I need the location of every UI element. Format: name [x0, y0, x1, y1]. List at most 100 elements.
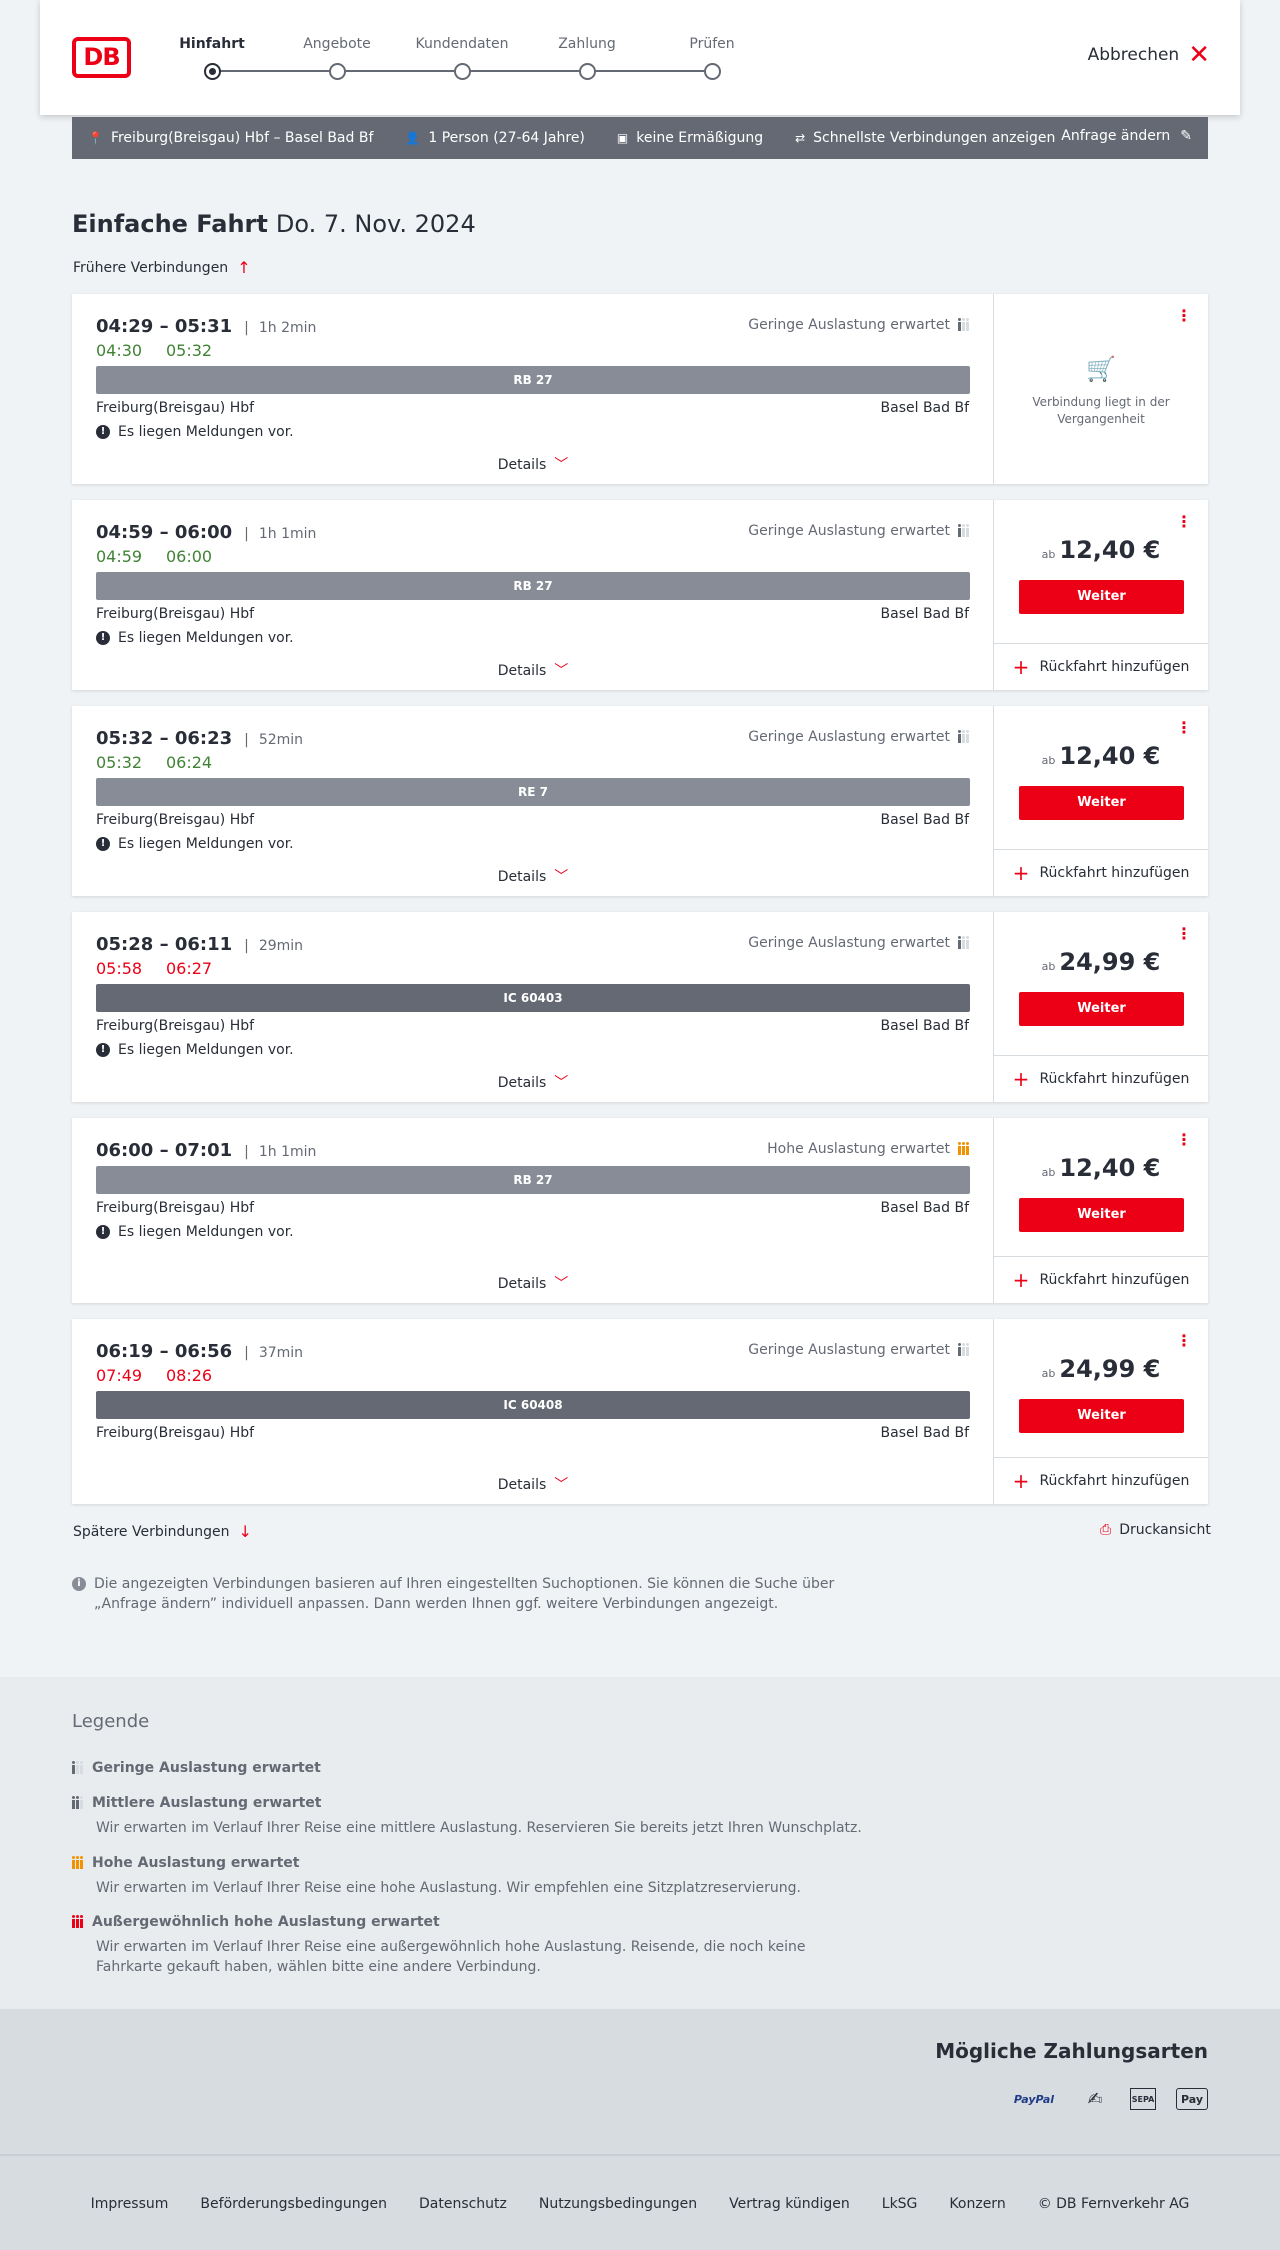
earlier-connections-link[interactable]: Frühere Verbindungen ↑: [73, 258, 251, 277]
realtime-times: 05:58 06:27: [96, 959, 236, 978]
cancel-button[interactable]: Abbrechen ✕: [1088, 42, 1210, 68]
message-notice: ! Es liegen Meldungen vor.: [96, 1224, 294, 1240]
chevron-down-icon: ﹀: [554, 1075, 569, 1091]
connection-times: 05:28 – 06:11 | 29min: [96, 934, 303, 955]
more-options-icon[interactable]: ⋮: [1176, 1132, 1192, 1148]
details-toggle[interactable]: Details ﹀: [72, 1474, 994, 1494]
details-label: Details: [497, 1276, 547, 1292]
footer-link[interactable]: Nutzungsbedingungen: [539, 2196, 697, 2212]
add-return-trip-button[interactable]: + Rückfahrt hinzufügen: [994, 849, 1208, 896]
arrival-station: Basel Bad Bf: [880, 400, 969, 416]
train-line-bar[interactable]: RB 27: [96, 1166, 970, 1194]
continue-button[interactable]: Weiter: [1019, 1198, 1184, 1232]
add-return-label: Rückfahrt hinzufügen: [1039, 659, 1190, 675]
train-line-bar[interactable]: RB 27: [96, 572, 970, 600]
add-return-trip-button[interactable]: + Rückfahrt hinzufügen: [994, 643, 1208, 690]
search-summary-bar: 📍 Freiburg(Breisgau) Hbf – Basel Bad Bf 👤…: [72, 117, 1208, 159]
step-label: Hinfahrt: [179, 36, 245, 52]
footer-link[interactable]: Vertrag kündigen: [729, 2196, 850, 2212]
connection-details-area: 06:00 – 07:01 | 1h 1min Hohe Auslastung erw…: [72, 1118, 994, 1303]
details-toggle[interactable]: Details ﹀: [72, 866, 994, 886]
step-kundendaten: Kundendaten: [399, 36, 525, 80]
payment-methods-section: Mögliche Zahlungsarten PayPal ✍ SEPA Pay: [0, 2009, 1280, 2154]
details-toggle[interactable]: Details ﹀: [72, 454, 994, 474]
message-text: Es liegen Meldungen vor.: [118, 1042, 294, 1058]
plus-icon: +: [1012, 1067, 1030, 1091]
message-notice: ! Es liegen Meldungen vor.: [96, 630, 294, 646]
alert-icon: !: [96, 631, 110, 645]
legend-item-low: Geringe Auslastung erwartet: [72, 1760, 872, 1776]
price-prefix: ab: [1041, 1367, 1056, 1380]
connection-times: 06:19 – 06:56 | 37min: [96, 1341, 303, 1362]
occupancy-low-icon: [958, 318, 969, 331]
more-options-icon[interactable]: ⋮: [1176, 720, 1192, 736]
legend-item-desc: Wir erwarten im Verlauf Ihrer Reise eine…: [96, 1880, 801, 1896]
price: ab 24,99 €: [994, 1355, 1208, 1383]
continue-button[interactable]: Weiter: [1019, 992, 1184, 1026]
change-request-button[interactable]: Anfrage ändern ✎: [1061, 128, 1192, 144]
db-logo[interactable]: DB: [72, 37, 131, 78]
continue-button[interactable]: Weiter: [1019, 786, 1184, 820]
legend-item-desc: Wir erwarten im Verlauf Ihrer Reise eine…: [96, 1939, 806, 1975]
arrow-up-icon: ↑: [237, 258, 251, 277]
add-return-trip-button[interactable]: + Rückfahrt hinzufügen: [994, 1457, 1208, 1504]
occupancy-indicator: Geringe Auslastung erwartet: [748, 317, 969, 333]
travellers-summary: 👤 1 Person (27-64 Jahre): [405, 130, 585, 146]
realtime-times: 07:49 08:26: [96, 1366, 236, 1385]
connection-card: 06:00 – 07:01 | 1h 1min Hohe Auslastung erw…: [72, 1118, 1208, 1303]
payment-title: Mögliche Zahlungsarten: [935, 2039, 1208, 2063]
legend-title: Legende: [72, 1711, 150, 1732]
realtime-departure: 05:58: [96, 959, 143, 978]
departure-station: Freiburg(Breisgau) Hbf: [96, 1018, 255, 1034]
details-toggle[interactable]: Details ﹀: [72, 660, 994, 680]
more-options-icon[interactable]: ⋮: [1176, 1333, 1192, 1349]
separator: |: [244, 732, 249, 748]
train-line-bar[interactable]: IC 60408: [96, 1391, 970, 1419]
step-dot: [703, 63, 721, 80]
footer-link[interactable]: Konzern: [949, 2196, 1005, 2212]
chevron-down-icon: ﹀: [554, 457, 569, 473]
add-return-trip-button[interactable]: + Rückfahrt hinzufügen: [994, 1055, 1208, 1102]
chevron-down-icon: ﹀: [554, 1276, 569, 1292]
message-text: Es liegen Meldungen vor.: [118, 630, 294, 646]
add-return-trip-button[interactable]: + Rückfahrt hinzufügen: [994, 1256, 1208, 1303]
more-options-icon[interactable]: ⋮: [1176, 926, 1192, 942]
train-line-bar[interactable]: IC 60403: [96, 984, 970, 1012]
info-text: Die angezeigten Verbindungen basieren au…: [94, 1576, 835, 1612]
connection-details-area: 05:32 – 06:23 | 52min 05:32 06:24 Geringe Aus…: [72, 706, 994, 896]
print-view-link[interactable]: ⎙ Druckansicht: [1100, 1522, 1211, 1538]
footer-link[interactable]: Beförderungsbedingungen: [200, 2196, 387, 2212]
continue-button[interactable]: Weiter: [1019, 580, 1184, 614]
legend-item-desc: Wir erwarten im Verlauf Ihrer Reise eine…: [96, 1820, 862, 1836]
occupancy-indicator: Geringe Auslastung erwartet: [748, 523, 969, 539]
later-connections-link[interactable]: Spätere Verbindungen ↓: [73, 1522, 252, 1541]
occupancy-indicator: Geringe Auslastung erwartet: [748, 1342, 969, 1358]
alert-icon: !: [96, 425, 110, 439]
train-line-bar[interactable]: RE 7: [96, 778, 970, 806]
continue-button[interactable]: Weiter: [1019, 1399, 1184, 1433]
details-toggle[interactable]: Details ﹀: [72, 1072, 994, 1092]
more-options-icon[interactable]: ⋮: [1176, 308, 1192, 324]
details-toggle[interactable]: Details ﹀: [72, 1273, 994, 1293]
route-summary: 📍 Freiburg(Breisgau) Hbf – Basel Bad Bf: [88, 130, 373, 146]
past-text: Verbindung liegt in der Vergangenheit: [1032, 395, 1170, 426]
price: ab 12,40 €: [994, 742, 1208, 770]
occupancy-extreme-icon: [72, 1915, 83, 1928]
details-label: Details: [497, 1075, 547, 1091]
step-dot: [453, 63, 471, 80]
printer-icon: ⎙: [1100, 1522, 1112, 1538]
realtime-arrival: 08:26: [166, 1366, 213, 1385]
footer-link[interactable]: LkSG: [882, 2196, 918, 2212]
arrival-station: Basel Bad Bf: [880, 812, 969, 828]
step-zahlung: Zahlung: [524, 36, 650, 80]
more-options-icon[interactable]: ⋮: [1176, 514, 1192, 530]
apple-pay-icon: Pay: [1176, 2088, 1208, 2110]
paypal-label: PayPal: [1013, 2092, 1055, 2106]
scheduled-times: 06:19 – 06:56: [96, 1341, 233, 1362]
occupancy-text: Geringe Auslastung erwartet: [748, 935, 950, 951]
progress-steps: Hinfahrt Angebote Kundendaten Zahlung Pr…: [179, 36, 807, 86]
train-line-bar[interactable]: RB 27: [96, 366, 970, 394]
footer-link[interactable]: Datenschutz: [419, 2196, 507, 2212]
footer-link[interactable]: Impressum: [91, 2196, 169, 2212]
connection-details-area: 04:29 – 05:31 | 1h 2min 04:30 05:32 Geringe A…: [72, 294, 994, 484]
